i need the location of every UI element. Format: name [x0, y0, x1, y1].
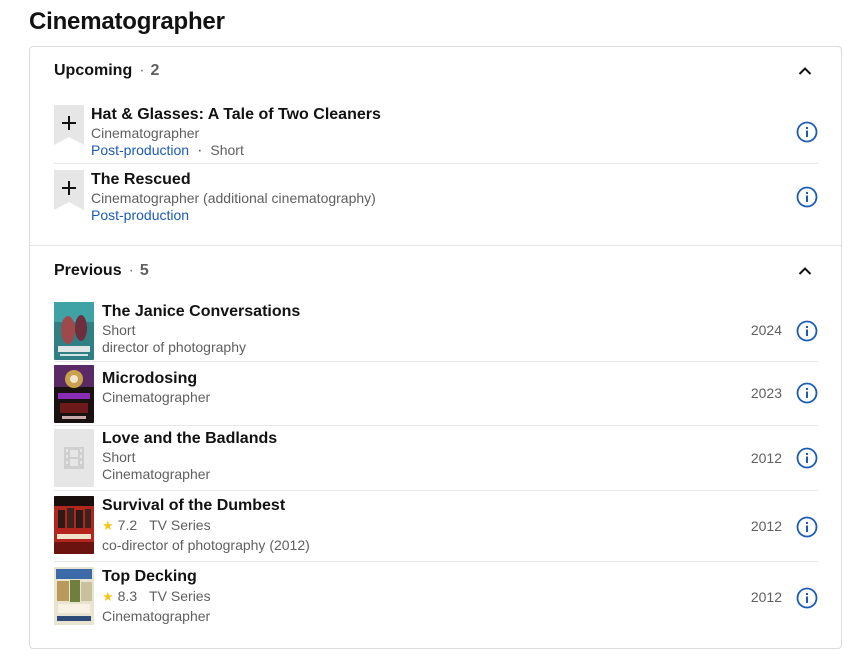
info-icon[interactable]: [796, 382, 818, 404]
role-text: Cinematographer: [102, 466, 211, 482]
row-divider: [54, 361, 818, 362]
upcoming-label: Upcoming: [54, 62, 133, 79]
list-item: Survival of the Dumbest ★ 7.2 TV Series co…: [54, 496, 818, 556]
title-link[interactable]: Love and the Badlands: [102, 429, 277, 449]
poster-image[interactable]: [54, 496, 94, 554]
title-link[interactable]: Survival of the Dumbest: [102, 496, 285, 516]
year-text: 2012: [750, 589, 782, 605]
page-title: Cinematographer: [29, 8, 225, 35]
list-item: Love and the Badlands Short Cinematograp…: [54, 429, 818, 487]
title-link[interactable]: Hat & Glasses: A Tale of Two Cleaners: [91, 105, 381, 125]
poster-image[interactable]: [54, 567, 94, 625]
year-text: 2023: [750, 385, 782, 401]
list-item: Microdosing Cinematographer 2023: [54, 365, 818, 423]
poster-image[interactable]: [54, 365, 94, 423]
star-icon: ★: [102, 518, 114, 533]
type-text: Short: [210, 142, 244, 158]
type-text: TV Series: [149, 588, 211, 604]
info-icon[interactable]: [796, 186, 818, 208]
row-divider: [54, 561, 818, 562]
info-icon[interactable]: [796, 516, 818, 538]
type-text: TV Series: [149, 517, 211, 533]
previous-label: Previous: [54, 262, 122, 279]
rating-line: ★ 7.2 TV Series: [102, 517, 211, 534]
title-link[interactable]: The Janice Conversations: [102, 302, 300, 322]
section-divider: [30, 245, 841, 246]
year-text: 2012: [750, 518, 782, 534]
separator-dot: ·: [139, 62, 145, 79]
rating-value: 7.2: [117, 517, 138, 533]
star-icon: ★: [102, 589, 114, 604]
separator-dot: ·: [128, 262, 134, 279]
upcoming-header[interactable]: Upcoming · 2: [54, 59, 159, 83]
row-divider: [54, 425, 818, 426]
status-link[interactable]: Post-production: [91, 207, 189, 223]
info-icon[interactable]: [796, 320, 818, 342]
info-icon[interactable]: [796, 121, 818, 143]
type-text: Short: [102, 449, 136, 465]
upcoming-count: 2: [150, 62, 160, 79]
role-text: Cinematographer: [102, 389, 211, 405]
status-link[interactable]: Post-production: [91, 142, 189, 158]
title-link[interactable]: Microdosing: [102, 369, 197, 389]
title-link[interactable]: Top Decking: [102, 567, 197, 587]
list-item: Top Decking ★ 8.3 TV Series Cinematographe…: [54, 567, 818, 627]
previous-header[interactable]: Previous · 5: [54, 259, 149, 283]
poster-placeholder[interactable]: [54, 429, 94, 487]
chevron-up-icon[interactable]: [793, 59, 817, 83]
row-divider: [54, 490, 818, 491]
type-text: Short: [102, 322, 136, 338]
list-item: The Janice Conversations Short director …: [54, 302, 818, 360]
chevron-up-icon[interactable]: [793, 259, 817, 283]
film-icon: [64, 447, 84, 469]
title-link[interactable]: The Rescued: [91, 170, 191, 190]
rating-line: ★ 8.3 TV Series: [102, 588, 211, 605]
list-item: The Rescued Cinematographer (additional …: [54, 170, 818, 228]
watchlist-add-button[interactable]: [54, 170, 84, 210]
info-icon[interactable]: [796, 587, 818, 609]
year-text: 2012: [750, 450, 782, 466]
row-divider: [54, 163, 818, 164]
poster-image[interactable]: [54, 302, 94, 360]
status-line: Post-production · Short: [91, 142, 244, 159]
credits-card: Upcoming · 2 Hat & Glasses: A Tale of Tw…: [29, 46, 842, 649]
role-text: Cinematographer (additional cinematograp…: [91, 190, 376, 206]
list-item: Hat & Glasses: A Tale of Two Cleaners Ci…: [54, 105, 818, 163]
previous-count: 5: [139, 262, 149, 279]
info-icon[interactable]: [796, 447, 818, 469]
role-text: Cinematographer: [91, 125, 200, 141]
role-text: co-director of photography (2012): [102, 537, 310, 553]
rating-value: 8.3: [117, 588, 138, 604]
role-text: director of photography: [102, 339, 246, 355]
role-text: Cinematographer: [102, 608, 211, 624]
status-line: Post-production: [91, 207, 189, 224]
year-text: 2024: [750, 322, 782, 338]
watchlist-add-button[interactable]: [54, 105, 84, 145]
